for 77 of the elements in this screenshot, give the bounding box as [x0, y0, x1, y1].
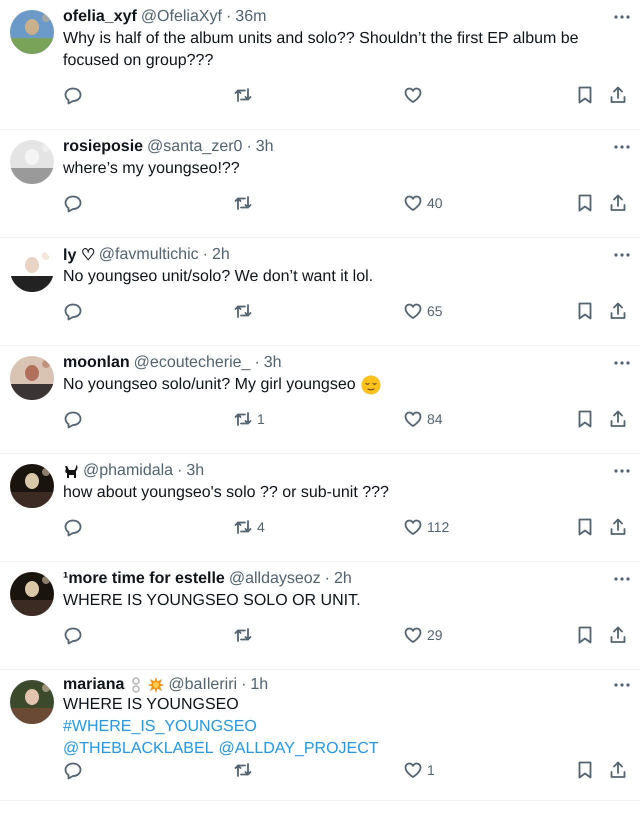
reply-text: No youngseo unit/solo? We don’t want it lol.: [63, 267, 374, 287]
separator-dot: ·: [177, 462, 182, 480]
reply-icon[interactable]: [63, 301, 83, 321]
user-name[interactable]: ¹more time for estelle: [63, 570, 225, 588]
like-count: 40: [427, 195, 443, 211]
share-icon[interactable]: [608, 409, 628, 429]
timestamp[interactable]: 2h: [212, 246, 230, 264]
heart-icon[interactable]: [403, 625, 423, 645]
retweet-icon[interactable]: [233, 193, 253, 213]
user-name[interactable]: moonlan: [63, 354, 130, 372]
like-count: 112: [427, 519, 450, 535]
more-icon[interactable]: [614, 253, 630, 257]
heart-icon[interactable]: [403, 85, 423, 105]
share-icon[interactable]: [608, 625, 628, 645]
share-icon[interactable]: [608, 517, 628, 537]
user-handle[interactable]: @santa_zer0: [147, 138, 242, 156]
like-count: 84: [427, 411, 443, 427]
more-icon[interactable]: [614, 469, 630, 473]
reply-text: Why is half of the album units and solo?? Shouldn’t the first EP album be focused on group???: [63, 29, 580, 71]
reply-text: how about youngseo's solo ?? or sub-unit ???: [63, 483, 389, 503]
user-handle[interactable]: @alldayseoz: [228, 570, 321, 588]
separator-dot: ·: [246, 138, 252, 156]
share-icon[interactable]: [608, 193, 628, 213]
retweet-icon[interactable]: [233, 760, 253, 780]
user-handle[interactable]: @OfeliaXyf: [140, 8, 222, 26]
retweet-count: 1: [257, 411, 265, 427]
user-handle[interactable]: @baIleriri: [168, 676, 238, 694]
timestamp[interactable]: 36m: [235, 8, 266, 26]
user-handle[interactable]: @favmultichic: [98, 246, 199, 264]
heart-icon[interactable]: [403, 301, 423, 321]
timestamp[interactable]: 3h: [256, 138, 274, 156]
user-name[interactable]: ly ♡: [63, 245, 95, 265]
reply-icon[interactable]: [63, 409, 83, 429]
heart-icon[interactable]: [403, 760, 423, 780]
user-name[interactable]: rosieposie: [63, 138, 144, 156]
retweet-icon[interactable]: [233, 625, 253, 645]
reply-text: WHERE IS YOUNGSEO: [63, 695, 239, 715]
more-icon[interactable]: [614, 683, 630, 687]
timestamp[interactable]: 3h: [264, 354, 282, 372]
like-count: 65: [427, 303, 443, 319]
reply-icon[interactable]: [63, 517, 83, 537]
share-icon[interactable]: [608, 760, 628, 780]
retweet-icon[interactable]: [233, 301, 253, 321]
more-icon[interactable]: [614, 15, 630, 19]
retweet-icon[interactable]: [233, 517, 253, 537]
reply-icon[interactable]: [63, 625, 83, 645]
reply-text: No youngseo solo/unit? My girl youngseo: [63, 375, 356, 395]
reply-icon[interactable]: [63, 760, 83, 780]
more-icon[interactable]: [614, 361, 630, 365]
timestamp[interactable]: 1h: [250, 676, 268, 694]
separator-dot: ·: [226, 8, 232, 26]
reply-text: WHERE IS YOUNGSEO SOLO OR UNIT.: [63, 591, 361, 611]
separator-dot: ·: [324, 570, 330, 588]
retweet-icon[interactable]: [233, 85, 253, 105]
heart-icon[interactable]: [403, 517, 423, 537]
separator-dot: ·: [254, 354, 260, 372]
timestamp[interactable]: 2h: [334, 570, 352, 588]
user-handle[interactable]: @ecoutecherie_: [134, 354, 250, 372]
like-count: 29: [427, 627, 443, 643]
user-handle[interactable]: @phamidala: [83, 462, 174, 480]
timestamp[interactable]: 3h: [186, 462, 204, 480]
separator-dot: ·: [202, 246, 208, 264]
more-icon[interactable]: [614, 577, 630, 581]
reply-icon[interactable]: [63, 193, 83, 213]
retweet-count: 4: [257, 519, 265, 535]
separator-dot: ·: [241, 676, 246, 694]
like-count: 1: [427, 762, 435, 778]
reply-icon[interactable]: [63, 85, 83, 105]
retweet-icon[interactable]: [233, 409, 253, 429]
reply-text: where’s my youngseo!??: [63, 159, 240, 179]
user-name[interactable]: mariana: [63, 676, 124, 694]
heart-icon[interactable]: [403, 409, 423, 429]
heart-icon[interactable]: [403, 193, 423, 213]
share-icon[interactable]: [608, 301, 628, 321]
user-name[interactable]: ofelia_xyf: [63, 8, 137, 26]
share-icon[interactable]: [608, 85, 628, 105]
more-icon[interactable]: [614, 145, 630, 149]
